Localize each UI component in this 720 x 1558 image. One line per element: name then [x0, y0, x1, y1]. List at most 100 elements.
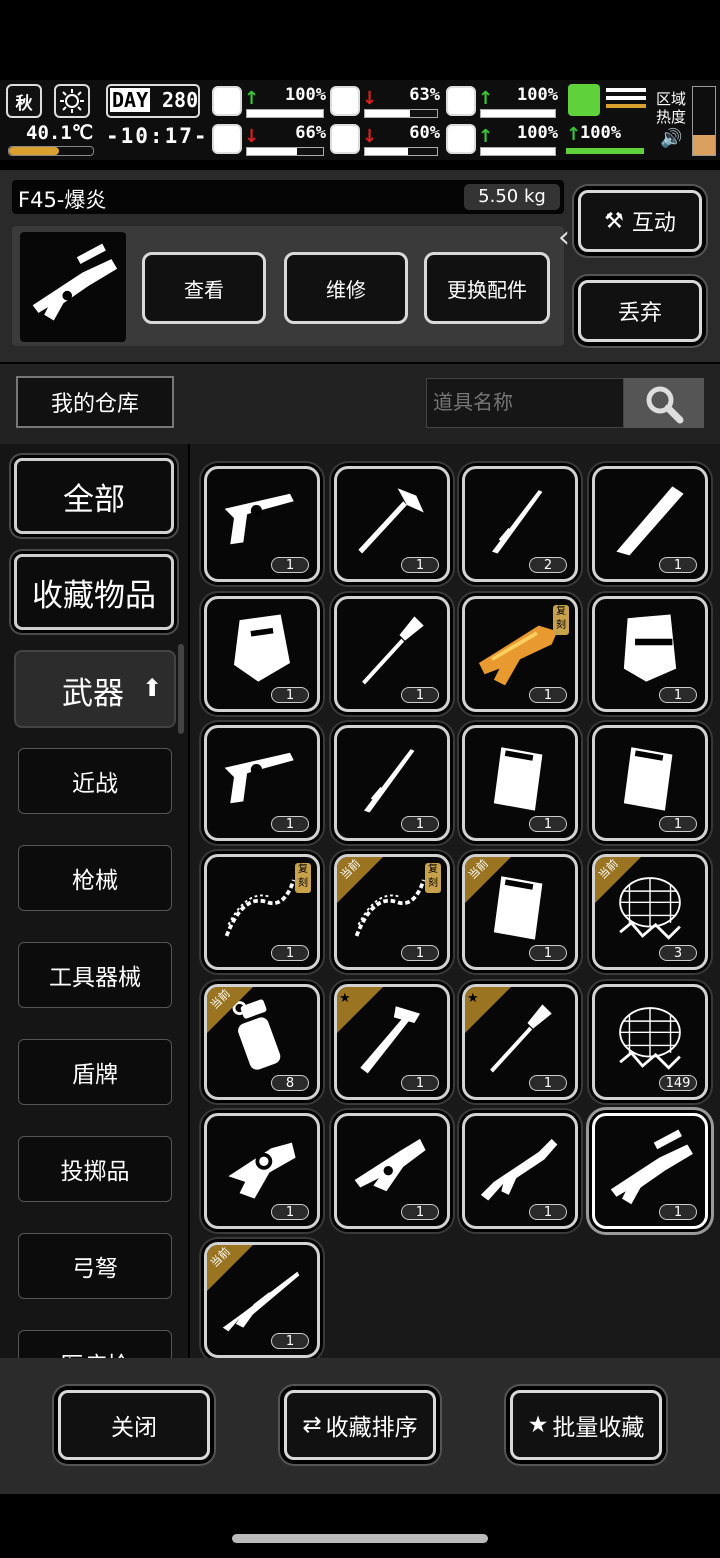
category-all[interactable]: 全部 — [14, 458, 174, 534]
search-button[interactable] — [624, 378, 704, 428]
up-arrow-icon: ↑ — [478, 88, 494, 109]
item-count: 1 — [401, 557, 439, 573]
item-slot[interactable]: 1 — [334, 1113, 450, 1229]
boot-icon — [568, 84, 600, 116]
item-slot[interactable]: 2 — [462, 466, 578, 582]
battery-icon — [446, 86, 476, 116]
item-slot[interactable]: 1 — [592, 725, 708, 841]
item-slot[interactable]: 1 — [462, 1113, 578, 1229]
item-count: 8 — [271, 1075, 309, 1091]
katana-icon — [364, 749, 415, 813]
item-count: 1 — [271, 1204, 309, 1220]
change-parts-button[interactable]: 更换配件 — [424, 252, 550, 324]
item-slot[interactable]: 1 — [592, 1113, 708, 1229]
item-count: 1 — [659, 1204, 697, 1220]
day-value: 280 — [162, 88, 199, 112]
item-count: 3 — [659, 945, 697, 961]
stars-icon: ★ — [527, 1412, 549, 1438]
category-weapons[interactable]: 武器 ⬆ — [14, 650, 176, 728]
category-shields[interactable]: 盾牌 — [18, 1039, 172, 1105]
item-count: 1 — [401, 945, 439, 961]
sidebar-scrollbar[interactable] — [178, 644, 184, 734]
my-storage-button[interactable]: 我的仓库 — [16, 376, 174, 428]
search-input[interactable] — [426, 378, 624, 428]
item-slot[interactable]: 8 当前 — [204, 984, 320, 1100]
item-count: 1 — [271, 557, 309, 573]
item-slot[interactable]: 1 — [334, 725, 450, 841]
brain-icon — [212, 124, 242, 154]
up-arrow-icon: ↑ — [478, 126, 494, 147]
item-slot[interactable]: 1 ★ — [462, 984, 578, 1100]
copy-tag: 复刻 — [553, 605, 569, 635]
item-slot[interactable]: 1 — [204, 466, 320, 582]
sort-favorites-label: 收藏排序 — [325, 1415, 418, 1441]
f45-launcher-icon — [610, 1129, 693, 1205]
stat-mind: ↓ 66% — [212, 122, 328, 158]
season-icon: 秋 — [6, 84, 42, 118]
home-indicator[interactable] — [232, 1534, 488, 1543]
swap-arrows-icon: ⇄ — [302, 1412, 322, 1438]
item-count: 1 — [271, 687, 309, 703]
net-trap-icon — [619, 1007, 681, 1070]
health-value: 100% — [285, 85, 326, 105]
item-name: F45-爆炎 — [18, 188, 107, 212]
item-slot[interactable]: 1 — [592, 596, 708, 712]
up-arrow-icon: ↑ — [566, 124, 582, 145]
item-count: 1 — [271, 1333, 309, 1349]
f45-launcher-icon — [32, 243, 118, 321]
speaker-icon[interactable]: 🔊 — [660, 128, 682, 149]
item-slot[interactable]: 1 — [204, 1113, 320, 1229]
item-weight: 5.50 kg — [464, 184, 560, 210]
down-arrow-icon: ↓ — [244, 126, 260, 147]
item-slot[interactable]: 1 — [204, 725, 320, 841]
batch-favorite-button[interactable]: ★ 批量收藏 — [510, 1390, 662, 1460]
sort-favorites-button[interactable]: ⇄ 收藏排序 — [284, 1390, 436, 1460]
stamina-value: 100% — [580, 123, 621, 143]
item-slot[interactable]: 1 — [334, 596, 450, 712]
machete-icon — [616, 486, 684, 556]
item-count: 1 — [271, 945, 309, 961]
season-label: 秋 — [15, 93, 33, 114]
item-slot[interactable]: 3 当前 — [592, 854, 708, 970]
item-slot[interactable]: 1 当前 — [462, 854, 578, 970]
view-button[interactable]: 查看 — [142, 252, 266, 324]
item-slot[interactable]: 1 — [592, 466, 708, 582]
item-count: 1 — [401, 816, 439, 832]
flame-pistol-icon — [354, 1138, 426, 1192]
item-count: 1 — [401, 1204, 439, 1220]
category-melee[interactable]: 近战 — [18, 748, 172, 814]
item-count: 1 — [659, 687, 697, 703]
category-bows[interactable]: 弓弩 — [18, 1233, 172, 1299]
category-weapons-label: 武器 — [62, 676, 124, 712]
item-slot[interactable]: 1 当前 — [204, 1242, 320, 1358]
chevron-left-icon[interactable]: ‹ — [558, 220, 570, 255]
day-counter: DAY 280 — [106, 84, 200, 118]
item-slot[interactable]: 1 — [204, 596, 320, 712]
shovel-icon — [362, 616, 424, 685]
category-favorites[interactable]: 收藏物品 — [14, 554, 174, 630]
category-firearms[interactable]: 枪械 — [18, 845, 172, 911]
item-slot[interactable]: 1 复刻 — [462, 596, 578, 712]
item-slot[interactable]: 1 ★ — [334, 984, 450, 1100]
discard-button[interactable]: 丢弃 — [578, 280, 702, 342]
stat-energy: ↑ 100% — [446, 84, 560, 120]
close-button[interactable]: 关闭 — [58, 1390, 210, 1460]
item-slot[interactable]: 149 — [592, 984, 708, 1100]
current-tag — [207, 987, 256, 1036]
item-slot[interactable]: 1 — [334, 466, 450, 582]
category-throwables[interactable]: 投掷品 — [18, 1136, 172, 1202]
hunger-value: 63% — [409, 85, 440, 105]
item-slot[interactable]: 1 复刻 — [204, 854, 320, 970]
item-count: 1 — [529, 1075, 567, 1091]
star-icon: ★ — [339, 991, 351, 1006]
item-count: 1 — [529, 687, 567, 703]
category-tools[interactable]: 工具器械 — [18, 942, 172, 1008]
revolver-icon — [224, 752, 294, 804]
interact-button[interactable]: ⚒ 互动 — [578, 190, 702, 252]
item-slot[interactable]: 1 当前 复刻 — [334, 854, 450, 970]
category-medical-guns[interactable]: 医疗枪 — [18, 1330, 172, 1358]
item-slot[interactable]: 1 — [462, 725, 578, 841]
item-count: 149 — [659, 1075, 697, 1091]
repair-button[interactable]: 维修 — [284, 252, 408, 324]
item-count: 1 — [529, 945, 567, 961]
